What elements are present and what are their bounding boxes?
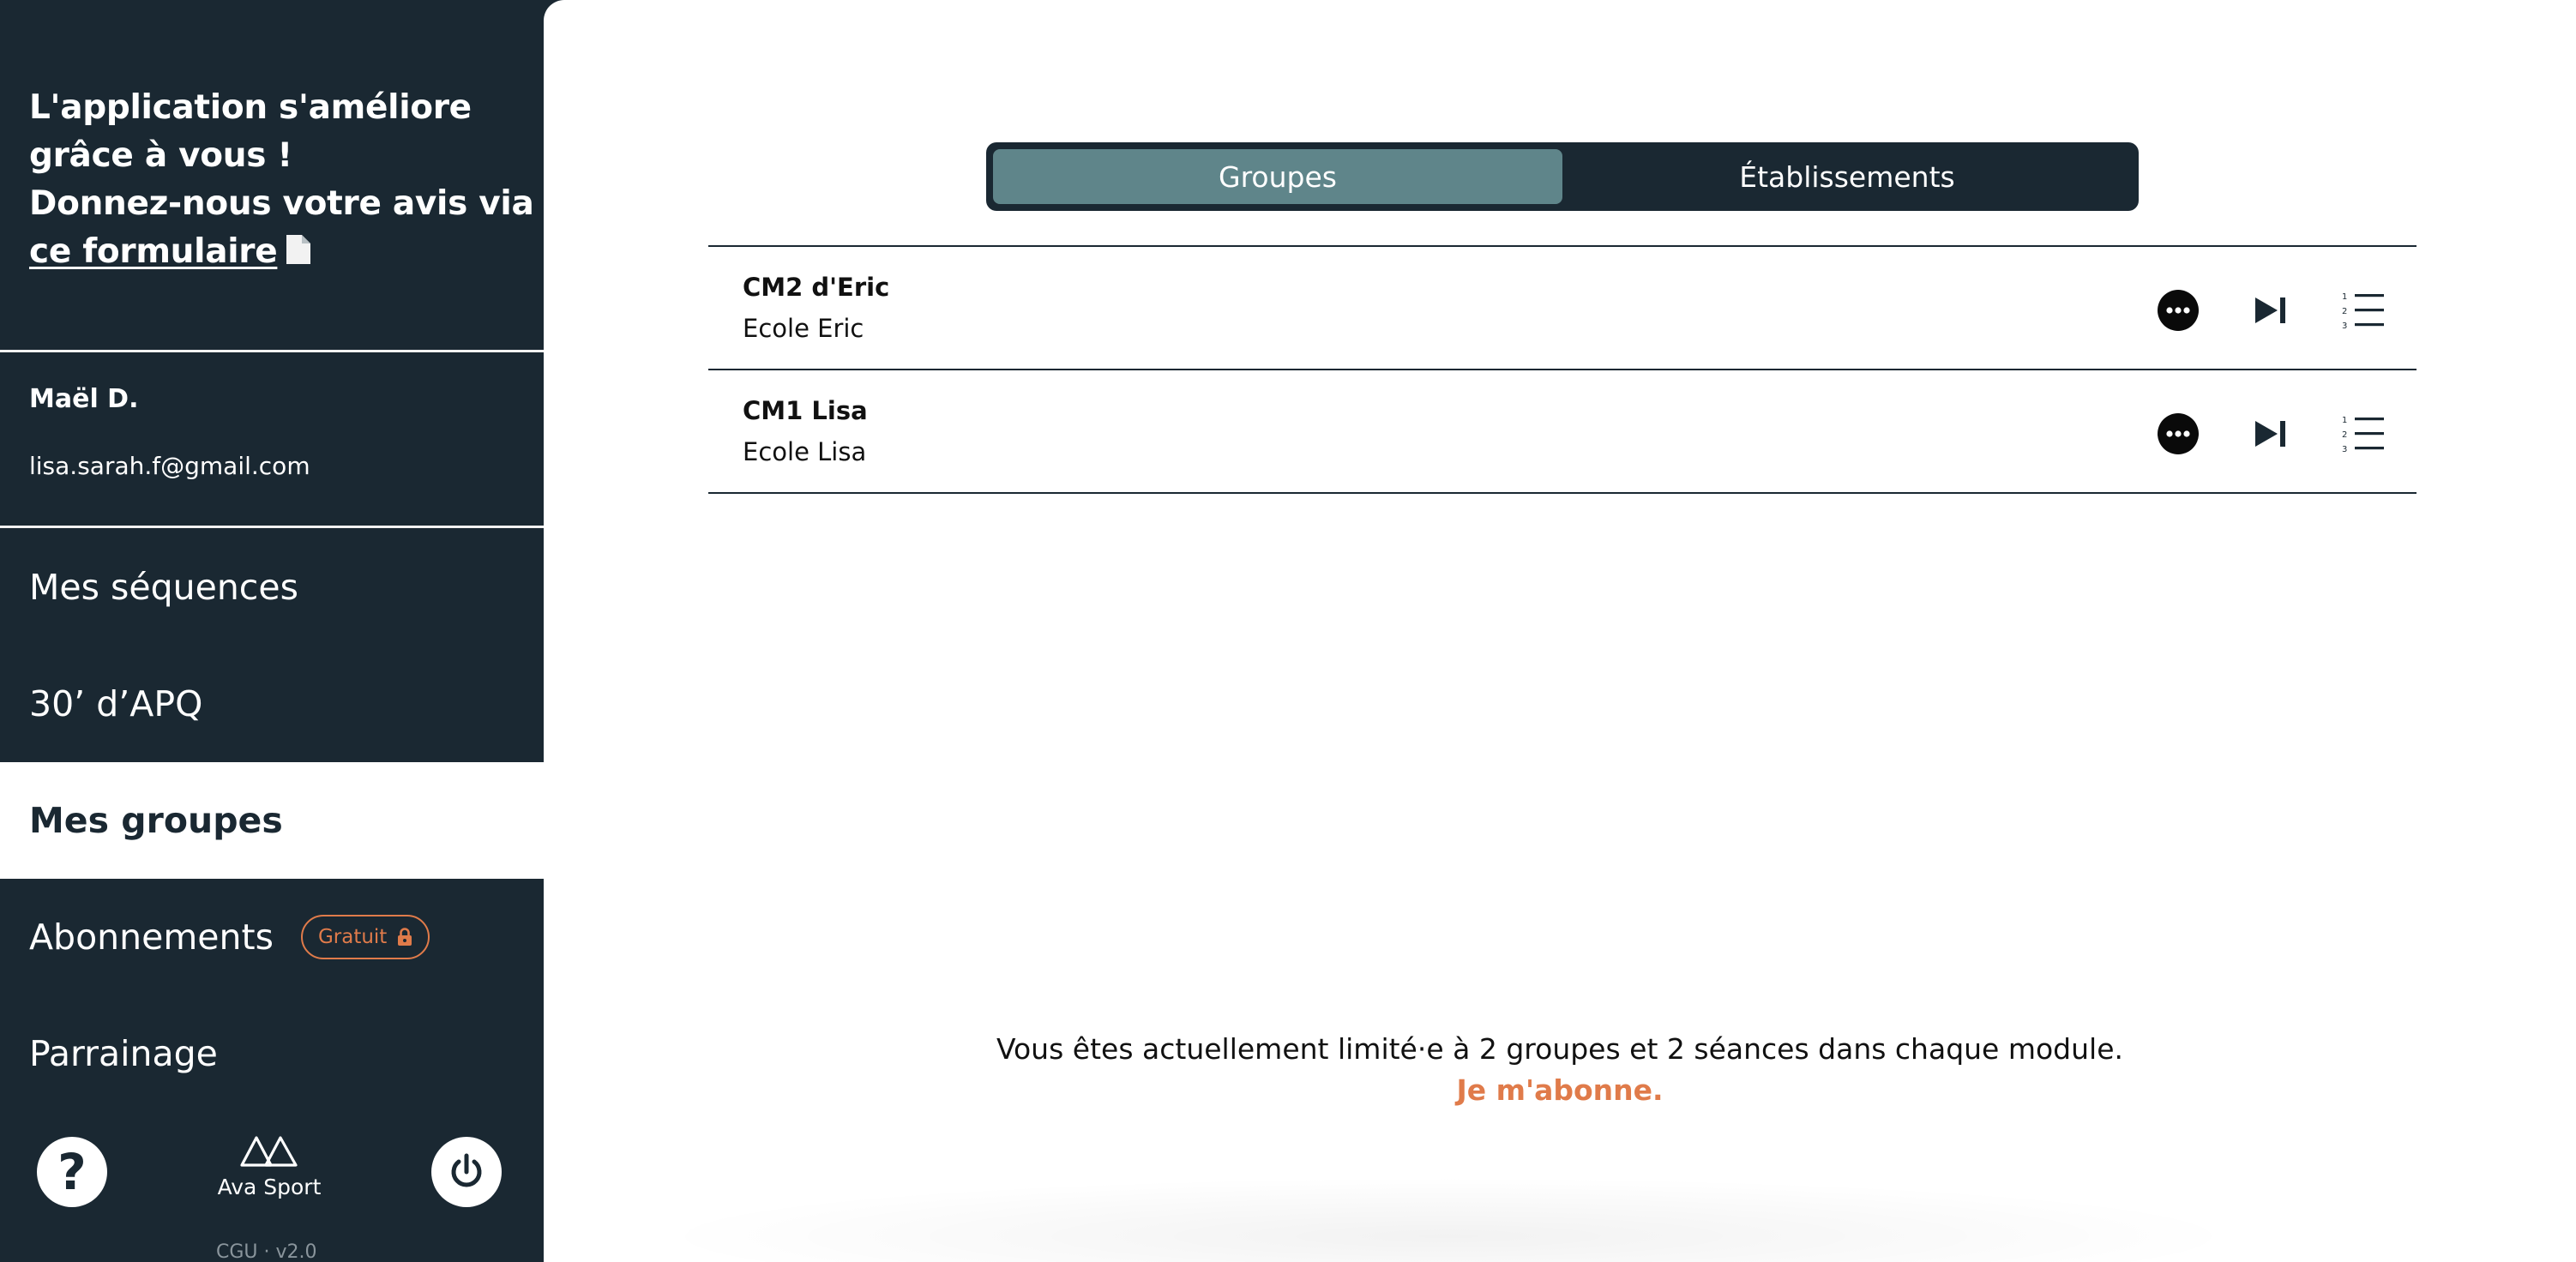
feedback-form-link[interactable]: ce formulaire bbox=[29, 232, 278, 271]
mountain-logo-icon bbox=[240, 1136, 298, 1167]
question-mark-icon: ? bbox=[57, 1143, 87, 1201]
skip-next-icon bbox=[2255, 297, 2285, 323]
nav-item-label: Mes séquences bbox=[29, 567, 298, 608]
plan-badge: Gratuit bbox=[300, 915, 430, 959]
row-actions: 1 2 3 bbox=[2110, 286, 2387, 334]
help-button[interactable]: ? bbox=[37, 1137, 107, 1207]
user-name: Maël D. bbox=[29, 384, 139, 414]
feedback-line-2: grâce à vous ! bbox=[29, 136, 292, 175]
more-options-button[interactable] bbox=[2154, 410, 2202, 458]
svg-text:3: 3 bbox=[2342, 322, 2347, 330]
group-row[interactable]: CM2 d'Eric Ecole Eric 1 2 3 bbox=[708, 247, 2417, 370]
tab-establishments[interactable]: Établissements bbox=[1562, 149, 2132, 204]
group-name: CM2 d'Eric bbox=[743, 273, 890, 302]
brand-name: Ava Sport bbox=[217, 1175, 322, 1199]
row-actions: 1 2 3 bbox=[2110, 410, 2387, 458]
subscribe-link[interactable]: Je m'abonne. bbox=[544, 1073, 2576, 1107]
skip-next-button[interactable] bbox=[2247, 410, 2295, 458]
power-icon bbox=[451, 1153, 482, 1187]
nav-item-apq[interactable]: 30’ d’APQ bbox=[0, 646, 544, 762]
user-email: lisa.sarah.f@gmail.com bbox=[29, 452, 310, 480]
more-options-icon bbox=[2158, 290, 2199, 331]
group-school: Ecole Lisa bbox=[743, 437, 867, 466]
feedback-line-1: L'application s'améliore bbox=[29, 88, 472, 127]
sidebar-divider bbox=[0, 526, 544, 528]
brand-logo: Ava Sport bbox=[214, 1133, 324, 1199]
numbered-list-button[interactable]: 1 2 3 bbox=[2339, 286, 2387, 334]
logout-button[interactable] bbox=[431, 1137, 502, 1207]
svg-text:1: 1 bbox=[2342, 416, 2347, 425]
nav-item-label: Parrainage bbox=[29, 1033, 218, 1074]
sidebar: L'application s'améliore grâce à vous ! … bbox=[0, 0, 544, 1262]
plan-badge-label: Gratuit bbox=[317, 926, 388, 948]
more-options-button[interactable] bbox=[2154, 286, 2202, 334]
numbered-list-icon: 1 2 3 bbox=[2342, 292, 2384, 330]
skip-next-button[interactable] bbox=[2247, 286, 2295, 334]
feedback-line-3: Donnez-nous votre avis via bbox=[29, 184, 534, 223]
nav-item-subscriptions[interactable]: Abonnements Gratuit bbox=[0, 879, 544, 995]
nav-item-label: Mes groupes bbox=[29, 800, 283, 841]
nav-item-groups[interactable]: Mes groupes bbox=[0, 762, 544, 879]
more-options-icon bbox=[2158, 413, 2199, 454]
nav-item-label: 30’ d’APQ bbox=[29, 683, 203, 724]
plan-limit-notice: Vous êtes actuellement limité·e à 2 grou… bbox=[996, 1032, 2124, 1066]
group-name: CM1 Lisa bbox=[743, 396, 868, 425]
tab-groups[interactable]: Groupes bbox=[993, 149, 1562, 204]
sidebar-divider bbox=[0, 350, 544, 352]
numbered-list-button[interactable]: 1 2 3 bbox=[2339, 410, 2387, 458]
group-row[interactable]: CM1 Lisa Ecole Lisa 1 2 3 bbox=[708, 370, 2417, 494]
svg-text:2: 2 bbox=[2342, 430, 2347, 440]
feedback-message: L'application s'améliore grâce à vous ! … bbox=[29, 84, 534, 279]
skip-next-icon bbox=[2255, 421, 2285, 447]
view-switcher: Groupes Établissements bbox=[986, 142, 2139, 211]
nav-item-label: Abonnements bbox=[29, 916, 274, 958]
lock-icon bbox=[398, 928, 412, 946]
svg-text:3: 3 bbox=[2342, 445, 2347, 454]
bottom-shadow bbox=[647, 1176, 2250, 1262]
nav-item-sequences[interactable]: Mes séquences bbox=[0, 529, 544, 646]
svg-text:2: 2 bbox=[2342, 307, 2347, 316]
nav-item-referral[interactable]: Parrainage bbox=[0, 995, 544, 1112]
numbered-list-icon: 1 2 3 bbox=[2342, 416, 2384, 454]
main-panel: Groupes Établissements CM2 d'Eric Ecole … bbox=[544, 0, 2576, 1262]
groups-list: CM2 d'Eric Ecole Eric 1 2 3 CM1 Lisa Eco… bbox=[708, 245, 2417, 494]
svg-text:1: 1 bbox=[2342, 292, 2347, 302]
group-school: Ecole Eric bbox=[743, 314, 864, 343]
document-icon bbox=[284, 231, 313, 279]
legal-link[interactable]: CGU · v2.0 bbox=[216, 1241, 317, 1262]
